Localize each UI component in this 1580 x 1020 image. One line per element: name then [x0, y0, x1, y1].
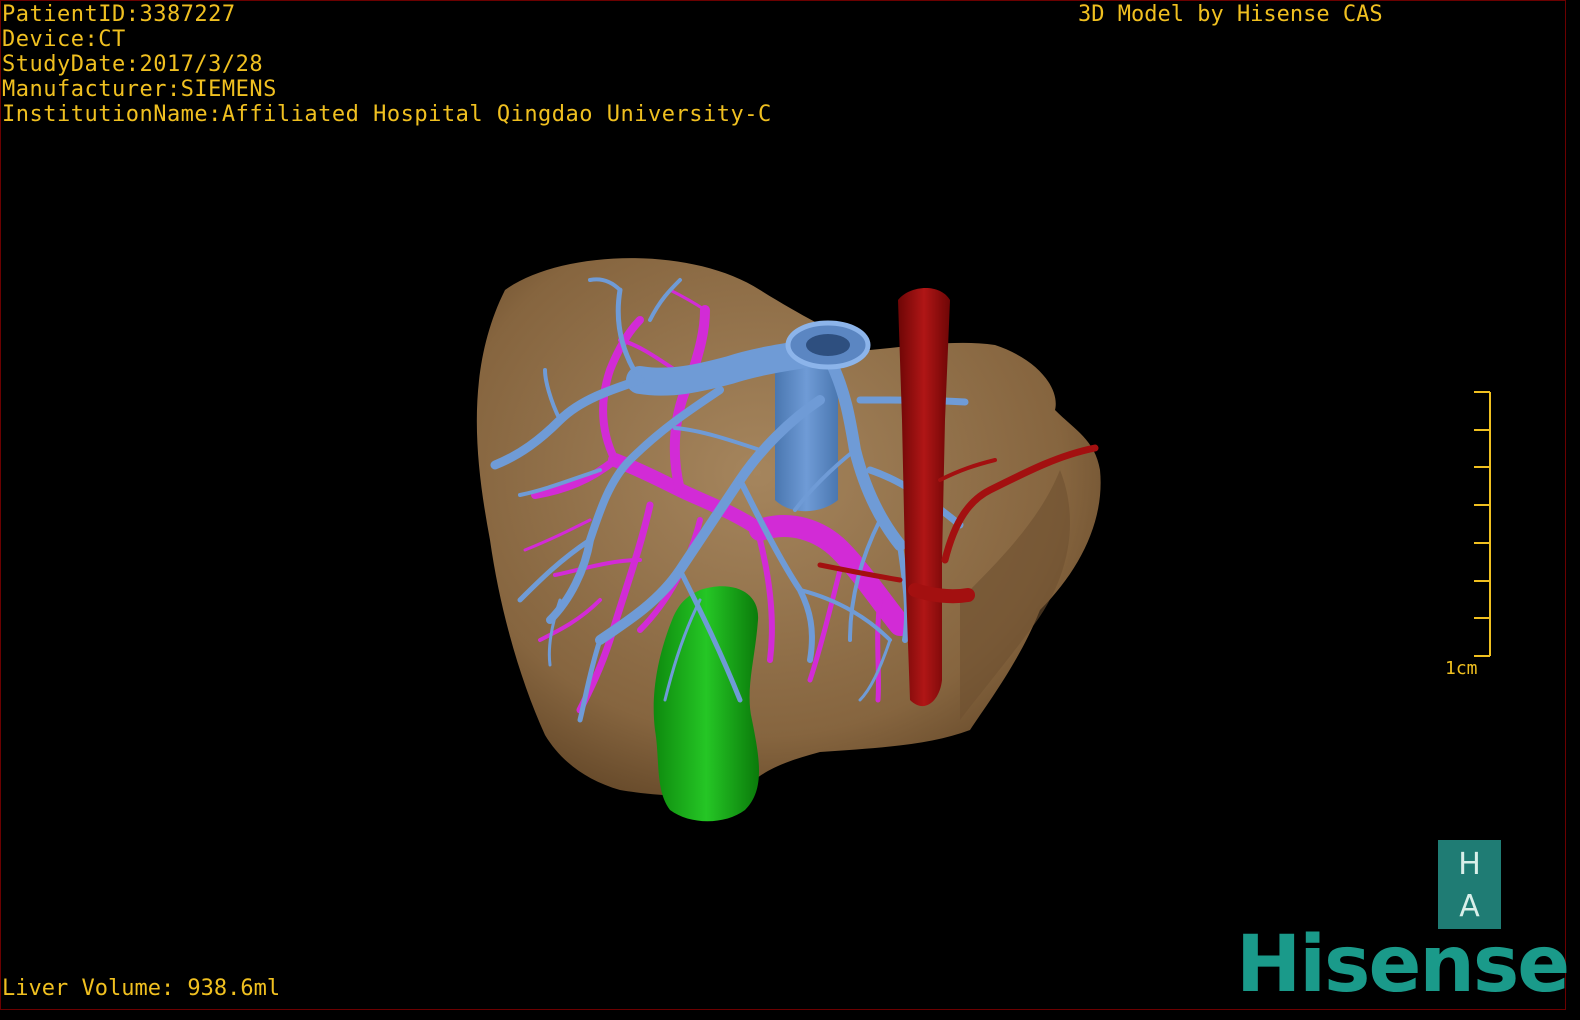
ivc-opening-inner — [806, 334, 850, 356]
dicom-header-overlay: PatientID:3387227 Device:CT StudyDate:20… — [2, 2, 772, 127]
institution-label: InstitutionName:Affiliated Hospital Qing… — [2, 102, 772, 127]
model-watermark: 3D Model by Hisense CAS — [1078, 2, 1383, 27]
device-label: Device:CT — [2, 27, 126, 52]
hisense-logo: Hisense — [1236, 920, 1570, 1010]
3d-liver-viewport[interactable] — [0, 0, 1566, 1010]
scale-bar-label: 1cm — [1445, 658, 1478, 679]
scale-bar — [1474, 391, 1491, 657]
study-date-label: StudyDate:2017/3/28 — [2, 52, 264, 77]
ha-logo-letter-h: H — [1458, 847, 1481, 882]
ha-logo-letter-a: A — [1459, 889, 1480, 924]
patient-id-label: PatientID:3387227 — [2, 2, 236, 27]
liver-volume-label: Liver Volume: 938.6ml — [2, 976, 281, 1001]
inferior-vena-cava — [775, 360, 838, 512]
manufacturer-label: Manufacturer:SIEMENS — [2, 77, 277, 102]
ha-logo-badge: H A — [1438, 840, 1501, 929]
